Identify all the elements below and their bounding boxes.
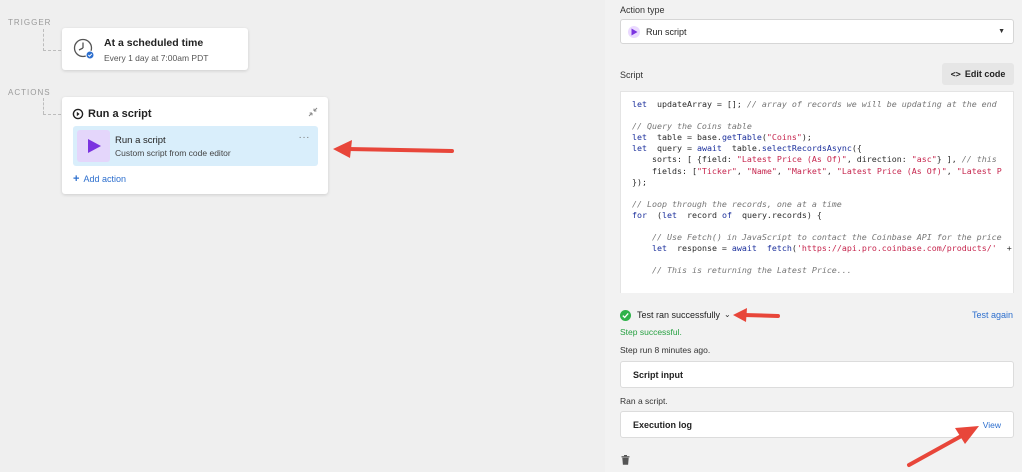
script-input-section[interactable]: Script input <box>620 361 1014 388</box>
ran-a-script-text: Ran a script. <box>620 396 668 406</box>
action-config-panel: Action type Run script ▼ Script <> Edit c… <box>605 0 1022 472</box>
collapse-icon[interactable] <box>307 106 319 118</box>
play-tile <box>77 130 110 162</box>
code-line: let table = base.getTable("Coins"); <box>632 132 812 143</box>
step-success-text: Step successful. <box>620 327 682 337</box>
action-card-title: Run a script <box>88 108 152 120</box>
code-line: let updateArray = []; // array of record… <box>632 99 997 109</box>
step-subtitle: Custom script from code editor <box>115 148 231 158</box>
step-title: Run a script <box>115 135 166 146</box>
test-again-link[interactable]: Test again <box>972 310 1013 320</box>
action-type-label: Action type <box>620 5 665 15</box>
play-icon <box>88 139 101 153</box>
step-run-time: Step run 8 minutes ago. <box>620 345 711 355</box>
annotation-arrow <box>333 140 454 158</box>
code-line: for (let record of query.records) { <box>632 209 822 220</box>
add-action-label: Add action <box>83 174 126 184</box>
clock-icon <box>73 38 95 60</box>
view-log-link[interactable]: View <box>983 420 1001 430</box>
action-type-select[interactable]: Run script ▼ <box>620 19 1014 44</box>
run-script-icon <box>628 26 640 38</box>
code-line: // Use Fetch() in JavaScript to contact … <box>651 232 1002 243</box>
run-script-step[interactable]: Run a script Custom script from code edi… <box>73 126 318 166</box>
trigger-section-label: TRIGGER <box>8 18 52 27</box>
trigger-title: At a scheduled time <box>104 37 204 49</box>
script-label: Script <box>620 70 644 80</box>
code-line: // Loop through the records, one at a ti… <box>632 198 842 209</box>
actions-section-label: ACTIONS <box>8 88 51 97</box>
script-input-label: Script input <box>633 370 683 380</box>
code-text: let updateArray = []; // array of record… <box>632 99 1013 277</box>
code-line: let query = await table.selectRecordsAsy… <box>632 143 862 154</box>
action-card[interactable]: Run a script Run a script Custom script … <box>62 97 328 194</box>
connector-line <box>43 50 61 51</box>
add-action-button[interactable]: + Add action <box>73 173 126 185</box>
code-line: }); <box>632 176 647 187</box>
test-status-text: Test ran successfully <box>637 310 721 320</box>
code-line: // Query the Coins table <box>632 121 752 132</box>
trigger-schedule: Every 1 day at 7:00am PDT <box>104 53 209 63</box>
edit-code-button[interactable]: <> Edit code <box>942 63 1014 85</box>
script-code-preview[interactable]: let updateArray = []; // array of record… <box>620 91 1014 293</box>
connector-line <box>43 29 44 51</box>
connector-line <box>43 98 44 114</box>
annotation-arrow <box>733 308 780 322</box>
execution-log-label: Execution log <box>633 420 693 430</box>
code-line: fields: ["Ticker", "Name", "Market", "La… <box>632 165 1002 176</box>
annotation-arrow <box>907 426 979 467</box>
code-line: let response = await fetch('https://api.… <box>651 243 1012 254</box>
connector-line <box>43 114 61 115</box>
trigger-card[interactable]: At a scheduled time Every 1 day at 7:00a… <box>62 28 248 70</box>
code-line: sorts: [ {field: "Latest Price (As Of)",… <box>632 154 997 165</box>
more-options-icon[interactable]: ··· <box>299 132 311 143</box>
edit-code-label: Edit code <box>964 69 1006 79</box>
success-check-icon <box>620 310 631 321</box>
caret-down-icon: ▼ <box>998 28 1005 35</box>
action-type-value: Run script <box>646 27 687 37</box>
code-icon: <> <box>950 70 961 80</box>
script-group-icon <box>72 108 84 120</box>
code-line: // This is returning the Latest Price... <box>651 265 852 276</box>
trash-icon[interactable] <box>621 455 630 465</box>
automation-canvas: TRIGGER ACTIONS At a scheduled time Ever… <box>0 0 605 472</box>
plus-icon: + <box>73 173 80 185</box>
